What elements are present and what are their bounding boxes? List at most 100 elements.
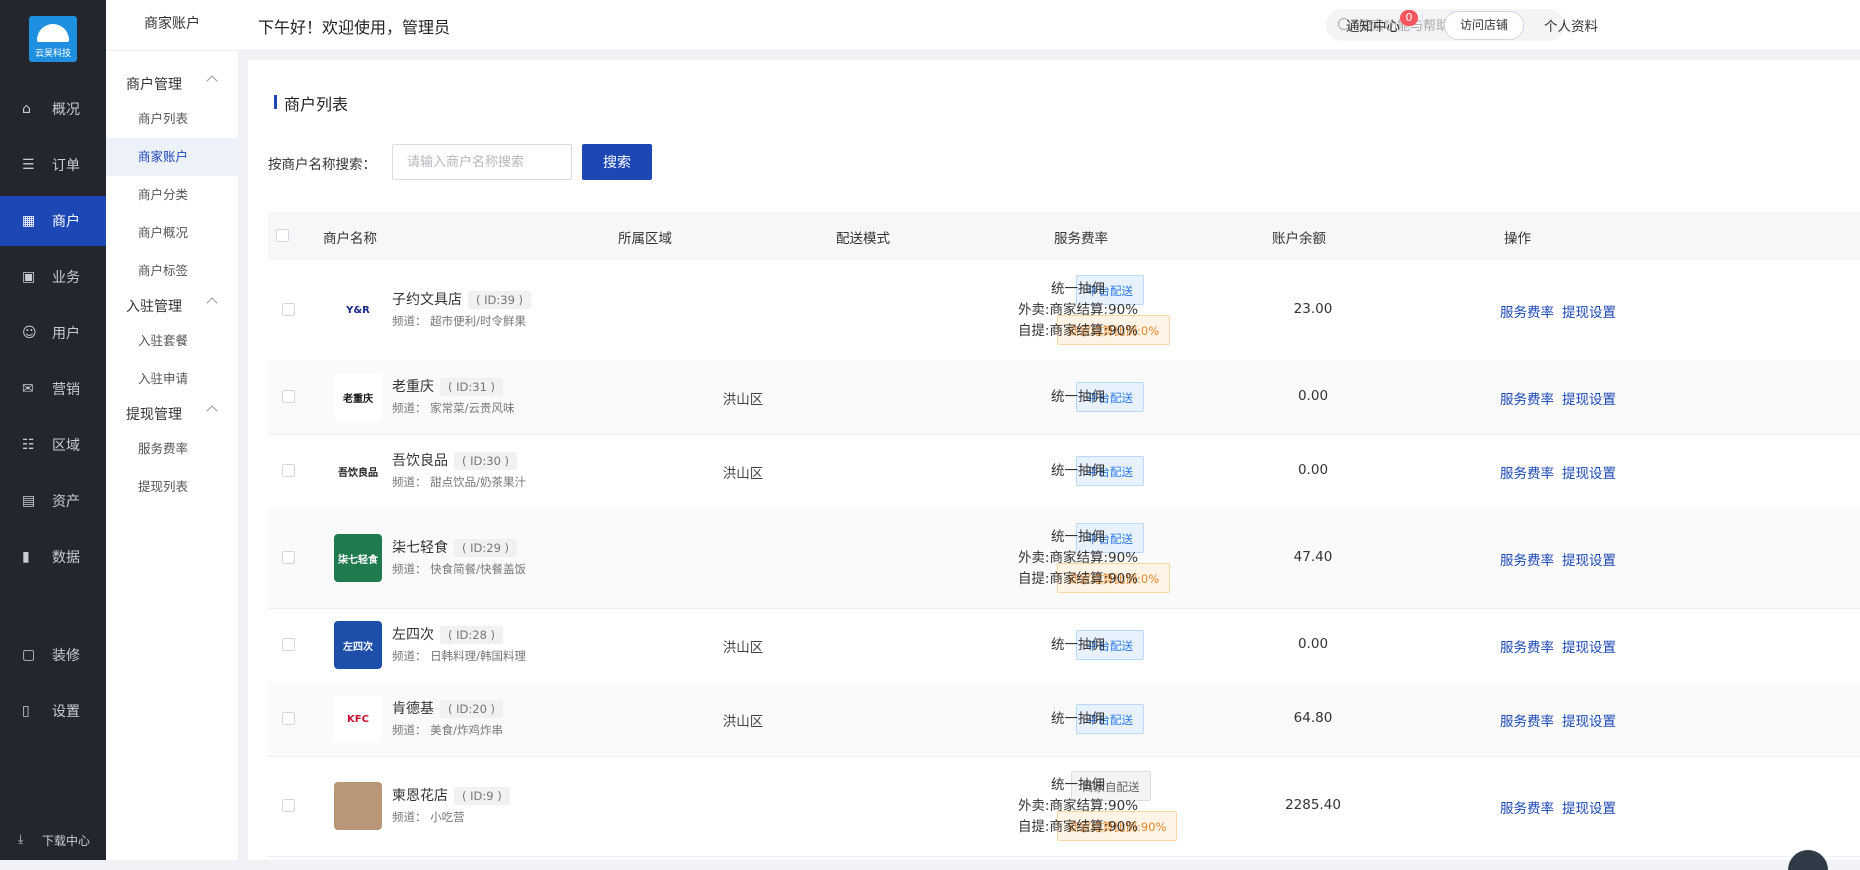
nav-item-6[interactable]: ☷ 区域 bbox=[0, 420, 106, 470]
search-label: 按商户名称搜索： bbox=[268, 157, 376, 173]
merchant-category: 频道： 日韩料理/韩国料理 bbox=[392, 649, 527, 663]
submenu-item[interactable]: 商户概况 bbox=[106, 214, 238, 252]
nav-item-label: 用户 bbox=[52, 326, 80, 342]
withdraw-settings-link[interactable]: 提现设置 bbox=[1562, 305, 1616, 321]
merchant-search-input[interactable] bbox=[392, 144, 572, 180]
row-checkbox[interactable] bbox=[282, 464, 295, 477]
nav-item-1[interactable]: ☰ 订单 bbox=[0, 140, 106, 190]
row-checkbox[interactable] bbox=[282, 712, 295, 725]
table-row: 柬恩花店( ID:9 ) 频道： 小吃营 商家自配送 商家结算比例:90% 统一抽佣 外卖… bbox=[268, 756, 1860, 857]
nav-item-9[interactable]: ▢ 装修 bbox=[0, 630, 106, 680]
service-fee-line: 外卖:商家结算:90% bbox=[1017, 301, 1139, 318]
merchant-id-badge: ( ID:20 ) bbox=[440, 700, 504, 718]
submenu-item[interactable]: 商户列表 bbox=[106, 100, 238, 138]
merchant-logo: 老重庆 bbox=[334, 373, 382, 421]
submenu-group-label: 入驻管理 bbox=[126, 299, 182, 315]
submenu-group-0[interactable]: 商户管理 bbox=[126, 74, 226, 94]
top-header: 下午好！欢迎使用，管理员 bbox=[238, 0, 1860, 51]
nav-item-2[interactable]: ▦ 商户 bbox=[0, 196, 106, 246]
nav-item-8[interactable]: ▮ 数据 bbox=[0, 532, 106, 582]
search-button[interactable]: 搜索 bbox=[582, 144, 652, 180]
row-checkbox[interactable] bbox=[282, 638, 295, 651]
service-fee-line: 外卖:商家结算:90% bbox=[1017, 549, 1139, 566]
table-row: KFC 肯德基( ID:20 ) 频道： 美食/炸鸡炸串 洪山区 平台配送 统一抽佣 64.… bbox=[268, 682, 1860, 757]
service-fee-link[interactable]: 服务费率 bbox=[1500, 714, 1554, 730]
withdraw-settings-link[interactable]: 提现设置 bbox=[1562, 801, 1616, 817]
merchant-name: 柬恩花店 bbox=[392, 788, 448, 804]
brand-logo[interactable]: 云昊科技 bbox=[29, 16, 77, 62]
download-label: 下载中心 bbox=[42, 834, 91, 848]
submenu-group-1[interactable]: 入驻管理 bbox=[126, 296, 226, 316]
submenu-item[interactable]: 商家账户 bbox=[106, 138, 238, 176]
service-fee-link[interactable]: 服务费率 bbox=[1500, 392, 1554, 408]
nav-item-7[interactable]: ▤ 资产 bbox=[0, 476, 106, 526]
nav-item-5[interactable]: ✉ 营销 bbox=[0, 364, 106, 414]
row-actions: 服务费率 提现设置 bbox=[1500, 462, 1624, 482]
service-fee-line: 统一抽佣 bbox=[1051, 710, 1105, 727]
merchant-id-badge: ( ID:31 ) bbox=[440, 378, 504, 396]
merchant-category: 频道： 甜点饮品/奶茶果汁 bbox=[392, 475, 527, 489]
row-checkbox[interactable] bbox=[282, 303, 295, 316]
service-fee-link[interactable]: 服务费率 bbox=[1500, 640, 1554, 656]
table-row: 吾饮良品 吾饮良品( ID:30 ) 频道： 甜点饮品/奶茶果汁 洪山区 平台配送 统一抽… bbox=[268, 434, 1860, 509]
service-fee-line: 自提:商家结算:90% bbox=[1017, 570, 1139, 587]
greeting-text: 下午好！欢迎使用，管理员 bbox=[258, 18, 451, 37]
nav-item-label: 订单 bbox=[52, 158, 80, 174]
withdraw-settings-link[interactable]: 提现设置 bbox=[1562, 714, 1616, 730]
submenu-item[interactable]: 商户分类 bbox=[106, 176, 238, 214]
service-fee-line: 外卖:商家结算:90% bbox=[1017, 797, 1139, 814]
withdraw-settings-link[interactable]: 提现设置 bbox=[1562, 553, 1616, 569]
merchant-logo-text: 吾饮良品 bbox=[338, 467, 378, 479]
notice-center-link[interactable]: 通知中心 bbox=[1346, 15, 1400, 35]
merchant-logo-text: Y&R bbox=[346, 304, 370, 316]
merchant-logo bbox=[334, 782, 382, 830]
submenu-item[interactable]: 提现列表 bbox=[106, 468, 238, 506]
service-fee-link[interactable]: 服务费率 bbox=[1500, 553, 1554, 569]
nav-item-10[interactable]: ▯ 设置 bbox=[0, 686, 106, 736]
account-balance: 0.00 bbox=[1297, 462, 1329, 478]
service-fee-line: 自提:商家结算:90% bbox=[1017, 322, 1139, 339]
withdraw-settings-link[interactable]: 提现设置 bbox=[1562, 640, 1616, 656]
col-balance: 账户余额 bbox=[1272, 231, 1326, 247]
download-center-link[interactable]: ⤓ 下载中心 bbox=[0, 828, 106, 852]
table-row: 左四次 左四次( ID:28 ) 频道： 日韩料理/韩国料理 洪山区 平台配送 统一抽佣 0… bbox=[268, 608, 1860, 683]
nav-item-4[interactable]: ☺ 用户 bbox=[0, 308, 106, 358]
submenu-item[interactable]: 入驻套餐 bbox=[106, 322, 238, 360]
merchant-id-badge: ( ID:30 ) bbox=[454, 452, 518, 470]
nav-item-3[interactable]: ▣ 业务 bbox=[0, 252, 106, 302]
service-fee-link[interactable]: 服务费率 bbox=[1500, 801, 1554, 817]
dashboard-icon: ⌂ bbox=[22, 101, 31, 117]
service-fee-link[interactable]: 服务费率 bbox=[1500, 466, 1554, 482]
submenu-group-label: 商户管理 bbox=[126, 77, 182, 93]
row-checkbox[interactable] bbox=[282, 551, 295, 564]
service-fee-link[interactable]: 服务费率 bbox=[1500, 305, 1554, 321]
merchant-logo: 左四次 bbox=[334, 621, 382, 669]
merchant-area: 洪山区 bbox=[722, 640, 764, 656]
nav-item-0[interactable]: ⌂ 概况 bbox=[0, 84, 106, 134]
profile-link[interactable]: 个人资料 bbox=[1544, 15, 1598, 35]
service-fee-line: 统一抽佣 bbox=[1051, 280, 1105, 297]
row-checkbox[interactable] bbox=[282, 799, 295, 812]
withdraw-settings-link[interactable]: 提现设置 bbox=[1562, 466, 1616, 482]
visit-store-button[interactable]: 访问店铺 bbox=[1444, 11, 1524, 40]
nav-item-label: 设置 bbox=[52, 704, 80, 720]
submenu-group-2[interactable]: 提现管理 bbox=[126, 404, 226, 424]
merchant-name-cell: 柒七轻食 ( ID:29 ) bbox=[392, 537, 518, 557]
row-checkbox[interactable] bbox=[282, 390, 295, 403]
submenu-item[interactable]: 服务费率 bbox=[106, 430, 238, 468]
service-fee-line: 统一抽佣 bbox=[1051, 636, 1105, 653]
col-service-fee: 服务费率 bbox=[1054, 231, 1108, 247]
page-title: 商户列表 bbox=[274, 91, 348, 115]
submenu-item[interactable]: 入驻申请 bbox=[106, 360, 238, 398]
settings-icon: ▯ bbox=[22, 703, 30, 719]
row-actions: 服务费率 提现设置 bbox=[1500, 388, 1624, 408]
merchant-category: 频道： 快食简餐/快餐盖饭 bbox=[392, 562, 527, 576]
row-actions: 服务费率 提现设置 bbox=[1500, 710, 1624, 730]
row-actions: 服务费率 提现设置 bbox=[1500, 797, 1624, 817]
content-card: 商户列表 按商户名称搜索： 搜索 商户名称 所属区域 配送模式 服务费率 账户余… bbox=[248, 60, 1860, 860]
select-all-checkbox[interactable] bbox=[276, 229, 289, 242]
submenu-item[interactable]: 商户标签 bbox=[106, 252, 238, 290]
account-balance: 0.00 bbox=[1297, 388, 1329, 404]
merchant-name: 子约文具店 bbox=[392, 292, 462, 308]
withdraw-settings-link[interactable]: 提现设置 bbox=[1562, 392, 1616, 408]
